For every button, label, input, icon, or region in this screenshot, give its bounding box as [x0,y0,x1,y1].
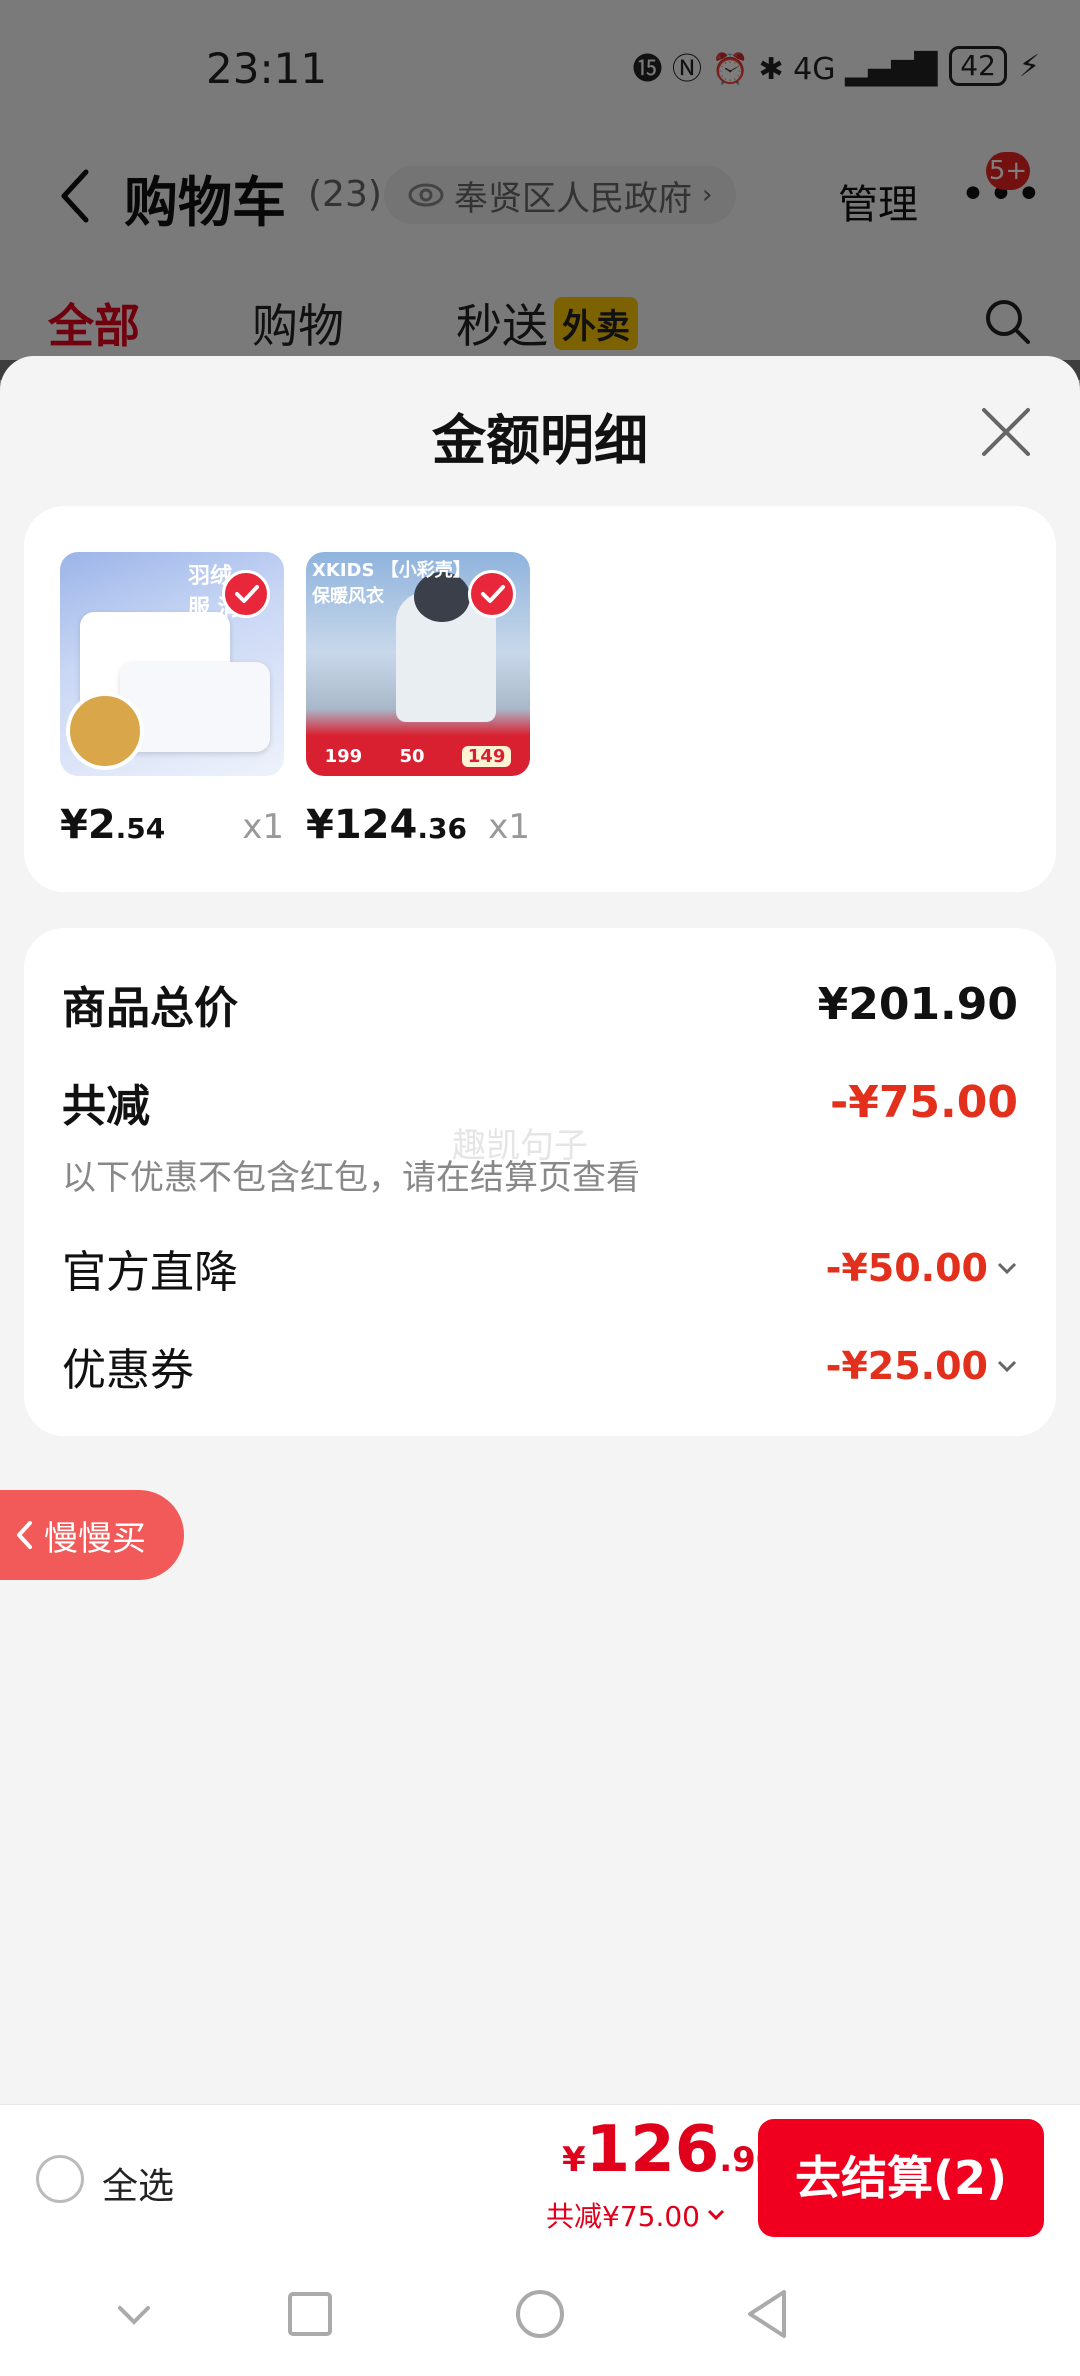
product-qty: x1 [488,807,530,847]
slow-buy-tab[interactable]: 慢慢买 [0,1490,184,1580]
total-price-row: 商品总价 ¥201.90 [62,972,1018,1036]
select-all-label[interactable]: 全选 [102,2157,174,2209]
chevron-down-icon [707,2209,725,2221]
chevron-left-icon [17,1521,32,1549]
reduced-label: 共减¥75.00 [546,2200,700,2233]
reduced-summary[interactable]: 共减¥75.00 [546,2195,726,2235]
total-amount: ¥126.90 [562,2113,780,2187]
chevron-down-icon [997,1360,1017,1373]
jacket-circle [66,692,144,770]
nav-hide-icon[interactable] [106,2286,162,2342]
total-currency: ¥ [562,2140,586,2180]
price-int: ¥2 [60,802,116,848]
promo-num: 199 [324,745,363,767]
total-price-value: ¥201.90 [817,978,1018,1030]
coupon-value: -¥25.00 [826,1344,1018,1388]
price-summary-card: 商品总价 ¥201.90 共减 -¥75.00 趣凯句子 以下优惠不包含红包，请… [24,928,1056,1436]
slow-buy-label: 慢慢买 [44,1518,146,1559]
product-qty: x1 [242,807,284,847]
official-discount-value: -¥50.00 [826,1246,1018,1290]
close-icon[interactable] [980,406,1032,458]
product-item[interactable]: 羽绒服 清洁 ¥2.54 x1 [60,552,284,848]
checkout-bar: 全选 ¥126.90 共减¥75.00 去结算(2) [0,2104,1080,2254]
modal-overlay[interactable] [0,0,1080,380]
total-reduce-value: -¥75.00 [829,1076,1018,1128]
product-price: ¥124.36 [306,802,467,848]
selected-check-icon[interactable] [468,570,516,618]
products-card: 羽绒服 清洁 ¥2.54 x1 XKIDS 【小彩壳】保暖风衣 199 50 1… [24,506,1056,892]
promo-num: 149 [461,745,512,767]
product-item[interactable]: XKIDS 【小彩壳】保暖风衣 199 50 149 ¥124.36 x1 [306,552,530,848]
official-discount-label: 官方直降 [62,1247,238,1298]
price-dec: .54 [115,812,166,845]
price-dec: .36 [417,812,467,845]
product-price: ¥2.54 [60,802,165,848]
product-price-row: ¥2.54 x1 [60,802,284,848]
coupon-label: 优惠券 [62,1345,194,1396]
coupon-amount: -¥25.00 [825,1344,988,1388]
discount-note: 以下优惠不包含红包，请在结算页查看 [62,1158,640,1198]
product-thumbnail: 羽绒服 清洁 [60,552,284,776]
chevron-down-icon [997,1262,1017,1275]
total-price-label: 商品总价 [62,983,238,1034]
product-thumb-text: XKIDS 【小彩壳】保暖风衣 [312,560,462,607]
selected-check-icon[interactable] [222,570,270,618]
checkout-button[interactable]: 去结算(2) [758,2119,1044,2237]
product-thumbnail: XKIDS 【小彩壳】保暖风衣 199 50 149 [306,552,530,776]
total-int: 126 [585,2113,720,2187]
promo-strip: 199 50 149 [306,736,530,776]
select-all-radio[interactable] [36,2155,84,2203]
amount-detail-sheet: 金额明细 羽绒服 清洁 ¥2.54 x1 XKIDS 【小彩壳】保暖风衣 199… [0,356,1080,2104]
price-int: ¥124 [306,802,418,848]
nav-back-icon[interactable] [740,2286,796,2342]
official-discount-row[interactable]: 官方直降 -¥50.00 [62,1236,1018,1300]
promo-num: 50 [399,745,425,767]
nav-home-icon[interactable] [512,2286,568,2342]
coupon-row[interactable]: 优惠券 -¥25.00 [62,1334,1018,1398]
nav-recents-icon[interactable] [282,2286,338,2342]
total-reduce-label: 共减 [62,1081,150,1132]
system-nav-bar [0,2254,1080,2376]
product-price-row: ¥124.36 x1 [306,802,530,848]
official-discount-amount: -¥50.00 [825,1246,988,1290]
sheet-title: 金额明细 [432,409,648,472]
